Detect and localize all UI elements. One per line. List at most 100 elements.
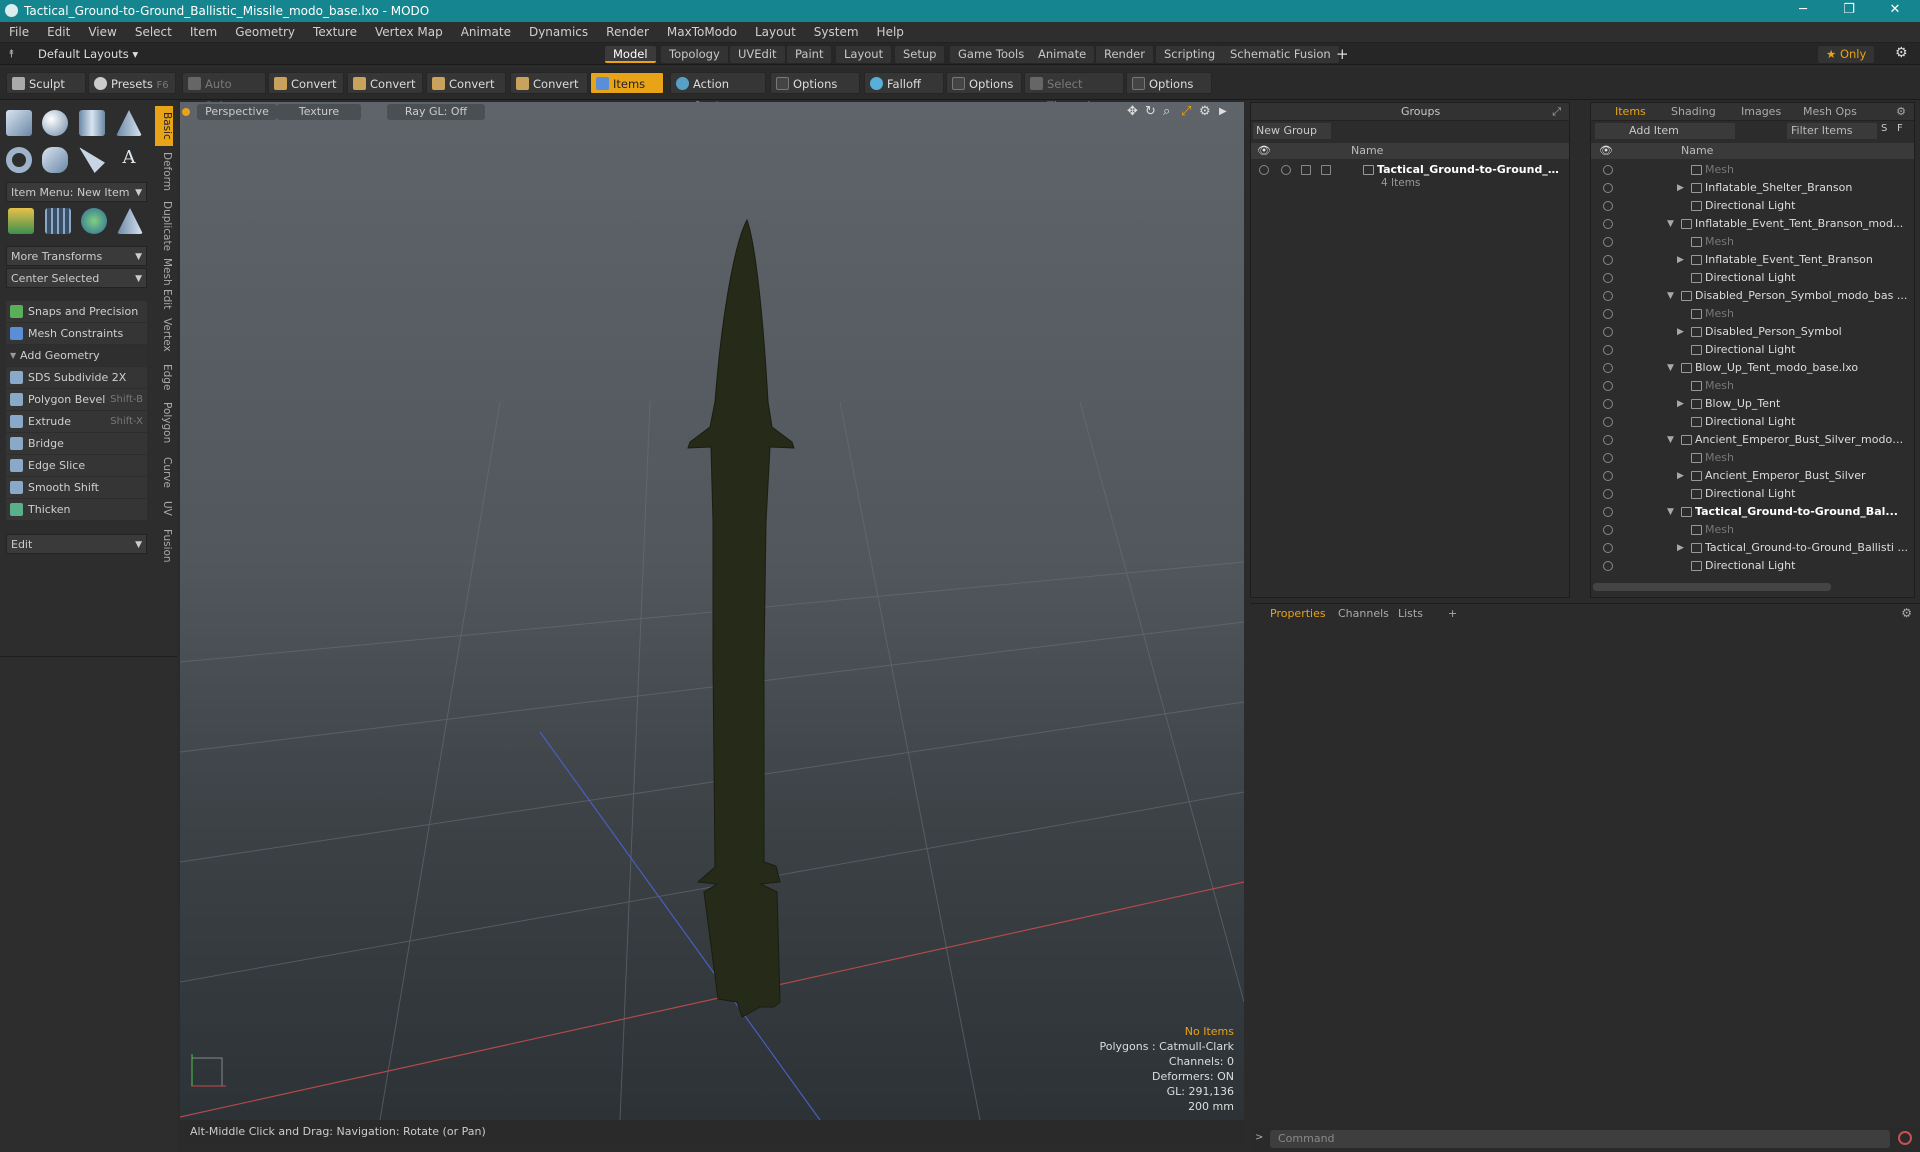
expand-arrow-icon[interactable]: ▶ — [1677, 251, 1684, 269]
vtab-vertex[interactable]: Vertex — [155, 314, 173, 356]
sculpt-button[interactable]: Sculpt — [6, 72, 86, 94]
expand-arrow-icon[interactable]: ▶ — [1677, 467, 1684, 485]
gear-icon[interactable]: ⚙ — [1895, 45, 1908, 61]
mesh-constraints-button[interactable]: Mesh Constraints — [6, 323, 147, 344]
cylinder-icon[interactable] — [79, 110, 105, 136]
cone-icon[interactable] — [116, 110, 142, 136]
new-group-button[interactable]: New Group — [1253, 123, 1331, 139]
tab-channels[interactable]: Channels — [1338, 606, 1389, 622]
torus-icon[interactable] — [6, 147, 32, 173]
more-transforms-dropdown[interactable]: More Transforms ▼ — [6, 246, 147, 266]
transform-icon[interactable] — [8, 208, 34, 234]
menu-system[interactable]: System — [805, 25, 868, 39]
item-row[interactable]: ▶ Tactical_Ground-to-Ground_Ballisti ... — [1591, 539, 1914, 557]
snaps-precision-button[interactable]: Snaps and Precision — [6, 301, 147, 322]
item-row[interactable]: Directional Light — [1591, 557, 1914, 575]
item-row[interactable]: ▶ Inflatable_Shelter_Branson — [1591, 179, 1914, 197]
name-col-header[interactable]: Name — [1681, 143, 1713, 159]
item-row[interactable]: ▶ Inflatable_Event_Tent_Branson — [1591, 251, 1914, 269]
tab-topology[interactable]: Topology — [661, 46, 728, 63]
tab-images[interactable]: Images — [1741, 103, 1781, 121]
eye-icon[interactable] — [1603, 273, 1613, 283]
item-row[interactable]: Mesh — [1591, 305, 1914, 323]
vtab-duplicate[interactable]: Duplicate — [155, 198, 173, 254]
vtab-polygon[interactable]: Polygon — [155, 398, 173, 448]
tab-shading[interactable]: Shading — [1671, 103, 1716, 121]
pen-icon[interactable] — [79, 147, 105, 173]
cube-icon[interactable] — [6, 110, 32, 136]
item-row[interactable]: ▼ Disabled_Person_Symbol_modo_bas ... — [1591, 287, 1914, 305]
menu-render[interactable]: Render — [597, 25, 658, 39]
globe-icon[interactable] — [81, 208, 107, 234]
only-button[interactable]: ★ Only — [1818, 46, 1875, 63]
tool-bridge[interactable]: Bridge — [6, 433, 147, 454]
menu-edit[interactable]: Edit — [38, 25, 79, 39]
expand-icon[interactable]: ⤢ — [1552, 103, 1561, 121]
eye-icon[interactable] — [1603, 381, 1613, 391]
close-button[interactable]: ✕ — [1872, 0, 1918, 22]
item-row[interactable]: ▼ Blow_Up_Tent_modo_base.lxo — [1591, 359, 1914, 377]
menu-view[interactable]: View — [79, 25, 125, 39]
select-through-button[interactable]: Select Through — [1024, 72, 1124, 113]
presets-button[interactable]: Presets F6 — [88, 72, 176, 94]
view-settings-icon[interactable]: ⚙ — [1199, 104, 1211, 119]
tab-setup[interactable]: Setup — [895, 46, 945, 63]
menu-maxtomodo[interactable]: MaxToModo — [658, 25, 746, 39]
eye-icon[interactable] — [1603, 183, 1613, 193]
item-row[interactable]: Mesh — [1591, 521, 1914, 539]
f-button[interactable]: F — [1897, 123, 1903, 134]
vtab-fusion[interactable]: Fusion — [155, 524, 173, 568]
eye-icon[interactable] — [1259, 165, 1269, 175]
eye-icon[interactable] — [1603, 309, 1613, 319]
s-button[interactable]: S — [1881, 123, 1887, 134]
minimize-button[interactable]: ─ — [1780, 0, 1826, 22]
eye-icon[interactable] — [1603, 417, 1613, 427]
name-col-header[interactable]: Name — [1351, 143, 1383, 159]
item-row[interactable]: ▼ Inflatable_Event_Tent_Branson_mod... — [1591, 215, 1914, 233]
eye-icon[interactable] — [1603, 507, 1613, 517]
menu-layout[interactable]: Layout — [746, 25, 805, 39]
layout-collapse-icon[interactable]: ⯭ — [8, 47, 15, 61]
pyramid-icon[interactable] — [117, 208, 143, 234]
expand-arrow-icon[interactable]: ▼ — [1667, 287, 1674, 305]
auto-select-button[interactable]: Auto Select — [182, 72, 266, 113]
menu-texture[interactable]: Texture — [304, 25, 366, 39]
record-icon[interactable] — [1898, 1131, 1912, 1145]
eye-icon[interactable] — [1603, 561, 1613, 571]
zoom-view-icon[interactable]: ⌕ — [1163, 104, 1170, 119]
menu-geometry[interactable]: Geometry — [226, 25, 304, 39]
options-button-2[interactable]: Options — [946, 72, 1022, 94]
add-panel-tab[interactable]: + — [1448, 606, 1457, 622]
convert-materials-button[interactable]: Convert — [510, 72, 588, 94]
text-icon[interactable]: A — [116, 147, 142, 173]
eye-icon[interactable] — [1603, 525, 1613, 535]
add-tab-button[interactable]: + — [1336, 45, 1349, 63]
tab-layout[interactable]: Layout — [836, 46, 892, 63]
eye-icon[interactable] — [1603, 327, 1613, 337]
item-row[interactable]: ▶ Ancient_Emperor_Bust_Silver — [1591, 467, 1914, 485]
expand-arrow-icon[interactable]: ▼ — [1667, 431, 1674, 449]
3d-viewport[interactable]: Perspective Texture Ray GL: Off ✥ ↻ ⌕ ⤢ … — [180, 102, 1244, 1120]
collapse-dot[interactable] — [182, 108, 190, 116]
eye-icon[interactable] — [1603, 399, 1613, 409]
tool-polygon-bevel[interactable]: Polygon Bevel Shift-B — [6, 389, 147, 410]
menu-file[interactable]: File — [0, 25, 38, 39]
menu-vertex-map[interactable]: Vertex Map — [366, 25, 452, 39]
eye-icon[interactable] — [1603, 291, 1613, 301]
convert-polygons-button[interactable]: Convert — [426, 72, 506, 94]
vtab-curve[interactable]: Curve — [155, 452, 173, 492]
eye-icon[interactable] — [1603, 255, 1613, 265]
item-row[interactable]: Directional Light — [1591, 413, 1914, 431]
tab-items[interactable]: Items — [1615, 103, 1646, 121]
lock-toggle-icon[interactable] — [1301, 165, 1311, 175]
tab-scripting[interactable]: Scripting — [1156, 46, 1224, 63]
view-menu-icon[interactable]: ▶ — [1219, 106, 1227, 117]
options-button-1[interactable]: Options — [770, 72, 860, 94]
eye-icon[interactable] — [1603, 471, 1613, 481]
expand-arrow-icon[interactable]: ▼ — [1667, 359, 1674, 377]
tab-model[interactable]: Model — [605, 46, 656, 63]
eye-icon[interactable] — [1603, 453, 1613, 463]
raygl-button[interactable]: Ray GL: Off — [387, 104, 485, 120]
edit-dropdown[interactable]: Edit ▼ — [6, 534, 147, 554]
sphere-icon[interactable] — [42, 110, 68, 136]
